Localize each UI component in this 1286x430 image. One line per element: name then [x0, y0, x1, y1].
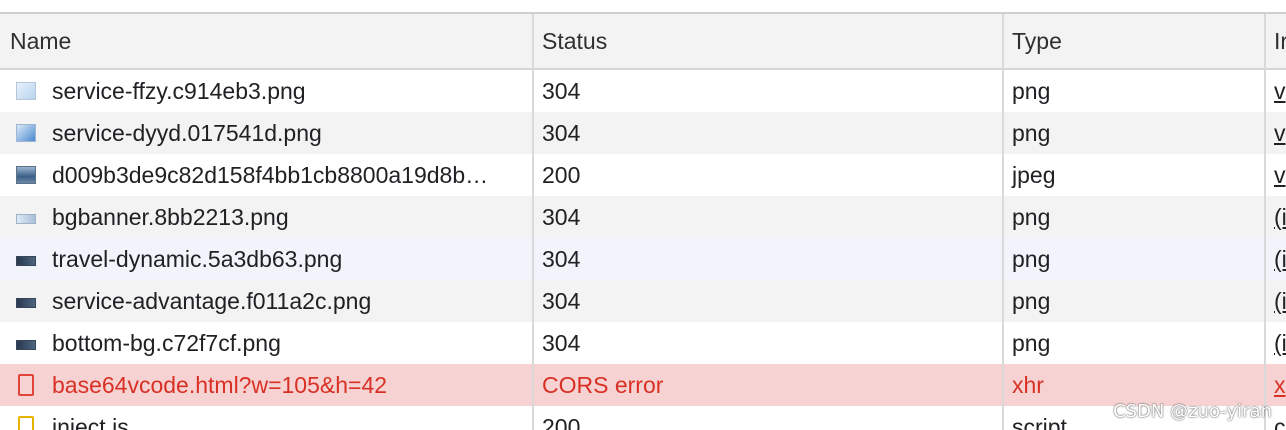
table-row[interactable]: bgbanner.8bb2213.png 304 png (i — [0, 196, 1286, 238]
request-status: 200 — [542, 413, 581, 430]
request-name-cell: base64vcode.html?w=105&h=42 — [0, 364, 532, 406]
request-initiator-link[interactable]: (i — [1266, 238, 1286, 280]
request-initiator-link[interactable]: x — [1266, 364, 1286, 406]
request-status: 304 — [542, 245, 581, 272]
request-type: jpeg — [1012, 161, 1056, 188]
column-header-initiator[interactable]: Ir — [1266, 14, 1286, 68]
network-request-table: Name Status Type Ir service-ffzy.c914eb3… — [0, 14, 1286, 430]
request-status: 304 — [542, 77, 581, 104]
request-name: inject.js — [52, 413, 129, 430]
request-name-cell: bgbanner.8bb2213.png — [0, 196, 532, 238]
request-status: 304 — [542, 119, 581, 146]
script-file-icon — [18, 416, 34, 430]
request-name-cell: bottom-bg.c72f7cf.png — [0, 322, 532, 364]
request-type: png — [1012, 245, 1051, 272]
request-status: 304 — [542, 287, 581, 314]
image-file-icon — [16, 124, 36, 142]
request-status: 304 — [542, 329, 581, 356]
watermark: CSDN @zuo-yiran — [1113, 401, 1272, 422]
image-file-icon — [16, 298, 36, 308]
table-row[interactable]: service-dyyd.017541d.png 304 png v — [0, 112, 1286, 154]
request-type: png — [1012, 119, 1051, 146]
request-initiator-link[interactable]: v — [1266, 112, 1286, 154]
table-row[interactable]: inject.js 200 script c — [0, 406, 1286, 430]
request-type: png — [1012, 329, 1051, 356]
column-divider[interactable] — [1002, 14, 1004, 430]
request-name-cell: travel-dynamic.5a3db63.png — [0, 238, 532, 280]
request-initiator-link[interactable]: (i — [1266, 196, 1286, 238]
image-file-icon — [16, 256, 36, 266]
request-name-cell: service-ffzy.c914eb3.png — [0, 70, 532, 112]
request-initiator-link[interactable]: v — [1266, 154, 1286, 196]
image-file-icon — [16, 166, 36, 184]
document-file-icon — [18, 374, 34, 396]
image-file-icon — [16, 214, 36, 224]
request-name: service-ffzy.c914eb3.png — [52, 77, 306, 104]
request-initiator-link[interactable]: (i — [1266, 322, 1286, 364]
request-name-cell: service-dyyd.017541d.png — [0, 112, 532, 154]
table-row[interactable]: travel-dynamic.5a3db63.png 304 png (i — [0, 238, 1286, 280]
request-name-cell: service-advantage.f011a2c.png — [0, 280, 532, 322]
request-name: base64vcode.html?w=105&h=42 — [52, 371, 388, 398]
request-type: png — [1012, 77, 1051, 104]
request-name: bottom-bg.c72f7cf.png — [52, 329, 281, 356]
request-name: service-advantage.f011a2c.png — [52, 287, 372, 314]
request-name: travel-dynamic.5a3db63.png — [52, 245, 343, 272]
column-header-name[interactable]: Name — [0, 14, 532, 68]
request-name-cell: inject.js — [0, 406, 532, 430]
table-row-error[interactable]: base64vcode.html?w=105&h=42 CORS error x… — [0, 364, 1286, 406]
table-row[interactable]: d009b3de9c82d158f4bb1cb8800a19d8b… 200 j… — [0, 154, 1286, 196]
request-name-cell: d009b3de9c82d158f4bb1cb8800a19d8b… — [0, 154, 532, 196]
table-row[interactable]: service-advantage.f011a2c.png 304 png (i — [0, 280, 1286, 322]
request-initiator-link[interactable]: v — [1266, 70, 1286, 112]
request-status: 304 — [542, 203, 581, 230]
column-divider[interactable] — [532, 14, 534, 430]
request-status: CORS error — [542, 371, 664, 398]
column-divider[interactable] — [1264, 14, 1266, 430]
request-name: bgbanner.8bb2213.png — [52, 203, 289, 230]
image-file-icon — [16, 340, 36, 350]
request-type: xhr — [1012, 371, 1044, 398]
request-type: png — [1012, 287, 1051, 314]
table-header-row: Name Status Type Ir — [0, 14, 1286, 70]
request-type: png — [1012, 203, 1051, 230]
image-file-icon — [16, 82, 36, 100]
column-header-type[interactable]: Type — [1004, 14, 1264, 68]
panel-top-border — [0, 0, 1286, 14]
request-name: service-dyyd.017541d.png — [52, 119, 322, 146]
request-initiator-link[interactable]: (i — [1266, 280, 1286, 322]
request-status: 200 — [542, 161, 581, 188]
request-name: d009b3de9c82d158f4bb1cb8800a19d8b… — [52, 161, 489, 188]
table-row[interactable]: bottom-bg.c72f7cf.png 304 png (i — [0, 322, 1286, 364]
table-row[interactable]: service-ffzy.c914eb3.png 304 png v — [0, 70, 1286, 112]
column-header-status[interactable]: Status — [534, 14, 1002, 68]
